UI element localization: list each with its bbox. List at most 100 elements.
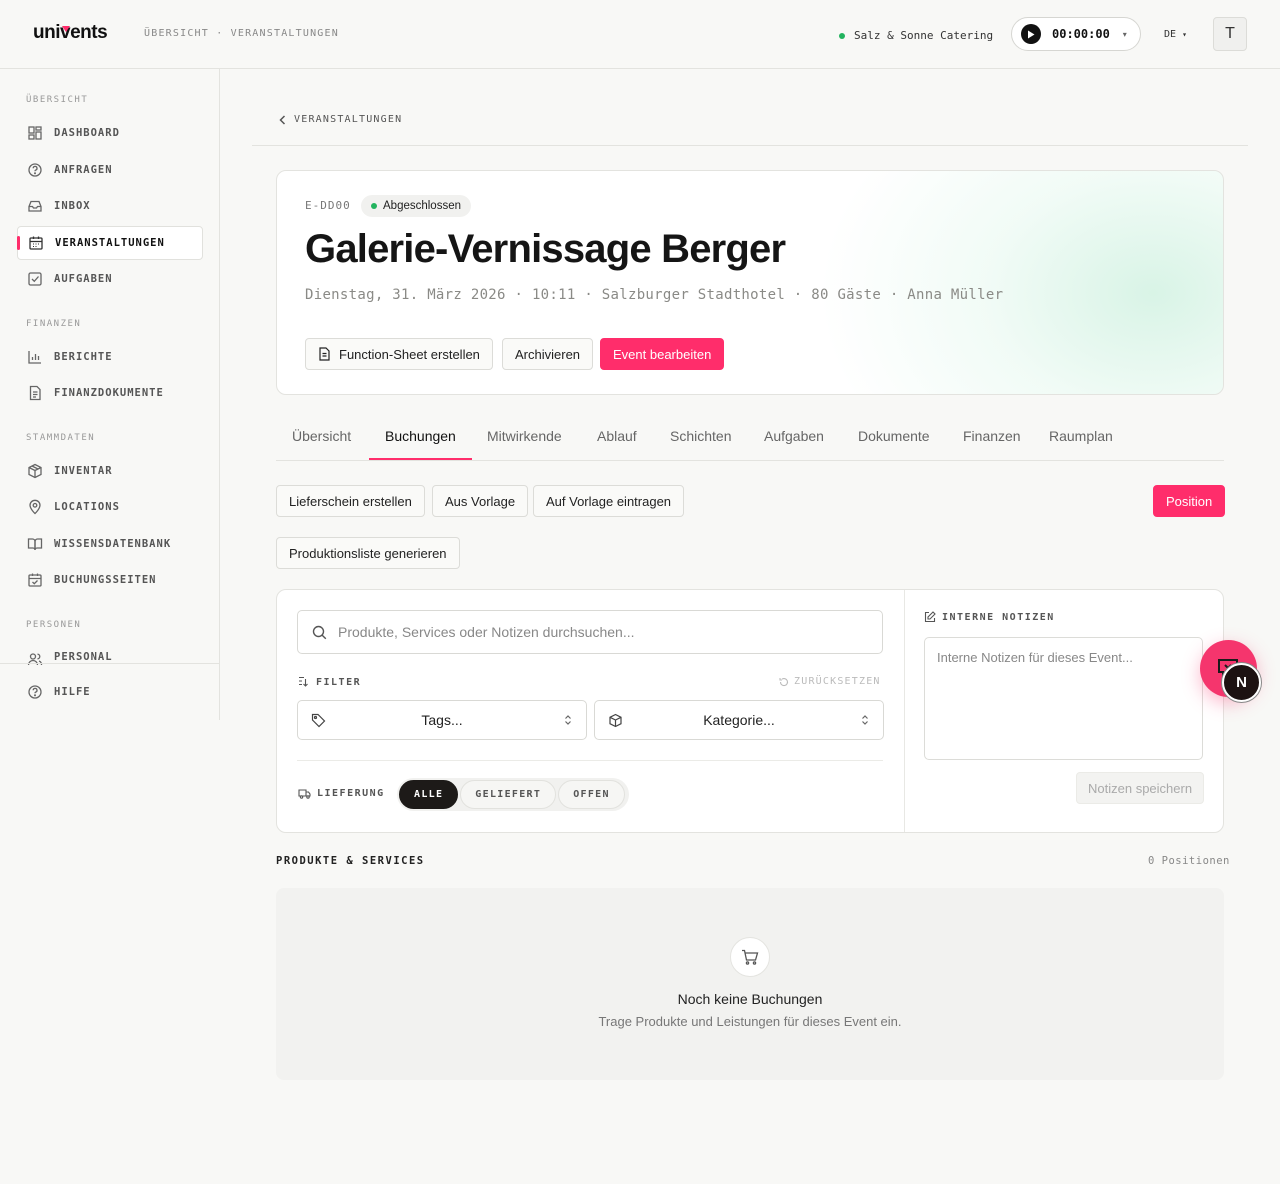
tab-tasks[interactable]: Aufgaben xyxy=(764,428,824,444)
tab-overview[interactable]: Übersicht xyxy=(292,428,351,444)
sidebar-item-requests[interactable]: ANFRAGEN xyxy=(17,153,203,187)
tab-finance[interactable]: Finanzen xyxy=(963,428,1021,444)
from-template-button[interactable]: Aus Vorlage xyxy=(432,485,529,517)
language-selector[interactable]: DE ▾ xyxy=(1164,29,1187,40)
sidebar-item-label: INBOX xyxy=(54,200,91,212)
book-open-icon xyxy=(27,536,43,552)
sidebar-item-label: WISSENSDATENBANK xyxy=(54,538,172,550)
search-input[interactable]: Produkte, Services oder Notizen durchsuc… xyxy=(297,610,883,654)
production-list-button[interactable]: Produktionsliste generieren xyxy=(276,537,460,569)
tab-bar: Übersicht Buchungen Mitwirkende Ablauf S… xyxy=(276,420,1224,461)
logo-accent: v xyxy=(60,22,71,43)
active-tab-indicator xyxy=(369,458,472,460)
sidebar-item-label: LOCATIONS xyxy=(54,501,120,513)
sidebar-item-events[interactable]: VERANSTALTUNGEN xyxy=(17,226,203,260)
document-icon xyxy=(318,347,331,361)
sidebar-item-label: ANFRAGEN xyxy=(54,164,113,176)
page-title: Galerie-Vernissage Berger xyxy=(305,227,786,271)
products-label: PRODUKTE & SERVICES xyxy=(276,855,425,867)
delivery-filter-delivered[interactable]: GELIEFERT xyxy=(460,780,557,809)
package-icon xyxy=(608,713,623,728)
internal-notes-textarea[interactable]: Interne Notizen für dieses Event... xyxy=(924,637,1203,760)
calendar-icon xyxy=(28,235,44,251)
sidebar-item-label: PERSONAL xyxy=(54,651,113,663)
edit-event-button[interactable]: Event bearbeiten xyxy=(600,338,725,370)
divider xyxy=(252,145,1248,146)
organization-switcher[interactable]: Salz & Sonne Catering xyxy=(839,29,993,42)
sidebar-item-finance-documents[interactable]: FINANZDOKUMENTE xyxy=(17,376,203,410)
package-icon xyxy=(27,463,43,479)
document-icon xyxy=(27,385,43,401)
tab-contributors[interactable]: Mitwirkende xyxy=(487,428,562,444)
chevron-updown-icon xyxy=(564,714,572,726)
filter-icon xyxy=(298,676,310,688)
tab-floorplan[interactable]: Raumplan xyxy=(1049,428,1113,444)
sidebar-item-reports[interactable]: BERICHTE xyxy=(17,340,203,374)
archive-button[interactable]: Archivieren xyxy=(502,338,594,370)
time-tracker[interactable]: 00:00:00 ▾ xyxy=(1011,17,1141,51)
play-icon[interactable] xyxy=(1021,24,1041,44)
event-meta: Dienstag, 31. März 2026 · 10:11 · Salzbu… xyxy=(305,287,1004,303)
filter-label-text: FILTER xyxy=(316,676,362,688)
tags-placeholder: Tags... xyxy=(421,712,463,728)
tab-schedule[interactable]: Ablauf xyxy=(597,428,637,444)
sidebar-item-dashboard[interactable]: DASHBOARD xyxy=(17,116,203,150)
organization-name: Salz & Sonne Catering xyxy=(854,29,994,42)
chevron-down-icon[interactable]: ▾ xyxy=(1123,30,1127,39)
reset-filters-button[interactable]: ZURÜCKSETZEN xyxy=(779,676,881,687)
sidebar-item-locations[interactable]: LOCATIONS xyxy=(17,490,203,524)
sidebar-item-booking-pages[interactable]: BUCHUNGSSEITEN xyxy=(17,563,203,597)
sidebar-item-label: AUFGABEN xyxy=(54,273,113,285)
bar-chart-icon xyxy=(27,349,43,365)
sidebar-item-label: VERANSTALTUNGEN xyxy=(55,237,165,249)
reset-label: ZURÜCKSETZEN xyxy=(794,676,881,687)
calendar-check-icon xyxy=(27,572,43,588)
help-circle-icon xyxy=(27,684,43,700)
back-link[interactable]: VERANSTALTUNGEN xyxy=(279,114,402,125)
sidebar-item-knowledge-base[interactable]: WISSENSDATENBANK xyxy=(17,527,203,561)
breadcrumb: ÜBERSICHT · VERANSTALTUNGEN xyxy=(144,28,339,39)
logo-accent-mark xyxy=(62,26,70,32)
search-icon xyxy=(312,625,327,640)
reset-icon xyxy=(779,677,789,687)
tab-bookings[interactable]: Buchungen xyxy=(385,428,456,444)
sidebar: ÜBERSICHT DASHBOARD ANFRAGEN INBOX VERAN… xyxy=(0,69,220,720)
button-label: Function-Sheet erstellen xyxy=(339,346,480,362)
tab-shifts[interactable]: Schichten xyxy=(670,428,731,444)
status-badge: Abgeschlossen xyxy=(361,195,471,217)
tab-documents[interactable]: Dokumente xyxy=(858,428,930,444)
sidebar-item-inventory[interactable]: INVENTAR xyxy=(17,454,203,488)
shopping-cart-icon xyxy=(730,937,770,977)
notification-avatar[interactable]: N xyxy=(1222,663,1261,702)
notes-label-text: INTERNE NOTIZEN xyxy=(942,611,1055,623)
delivery-note-button[interactable]: Lieferschein erstellen xyxy=(276,485,425,517)
save-notes-button[interactable]: Notizen speichern xyxy=(1076,772,1205,804)
app-logo[interactable]: univ ents xyxy=(33,22,108,44)
sidebar-item-tasks[interactable]: AUFGABEN xyxy=(17,262,203,296)
function-sheet-button[interactable]: Function-Sheet erstellen xyxy=(305,338,493,370)
section-label-people: PERSONEN xyxy=(26,620,82,630)
active-indicator xyxy=(17,236,20,250)
sidebar-item-label: HILFE xyxy=(54,686,91,698)
section-label-finance: FINANZEN xyxy=(26,319,82,329)
inbox-icon xyxy=(27,198,43,214)
add-position-button[interactable]: Position xyxy=(1153,485,1226,517)
user-avatar[interactable]: T xyxy=(1213,17,1247,51)
truck-icon xyxy=(298,788,311,799)
delivery-filter-open[interactable]: OFFEN xyxy=(558,780,625,809)
divider xyxy=(297,760,883,761)
chevron-left-icon xyxy=(279,114,286,125)
event-code: E-DD00 xyxy=(305,199,351,212)
category-select[interactable]: Kategorie... xyxy=(594,700,884,740)
notes-placeholder: Interne Notizen für dieses Event... xyxy=(937,650,1133,665)
delivery-filter-all[interactable]: ALLE xyxy=(399,780,459,809)
delivery-label: LIEFERUNG xyxy=(298,788,385,799)
sidebar-item-help[interactable]: HILFE xyxy=(17,675,203,709)
delivery-filter-group: ALLE GELIEFERT OFFEN xyxy=(397,778,629,811)
tags-select[interactable]: Tags... xyxy=(297,700,587,740)
save-to-template-button[interactable]: Auf Vorlage eintragen xyxy=(533,485,685,517)
back-link-label: VERANSTALTUNGEN xyxy=(294,114,403,125)
sidebar-divider xyxy=(0,663,220,664)
filter-card: Produkte, Services oder Notizen durchsuc… xyxy=(276,589,1224,833)
sidebar-item-inbox[interactable]: INBOX xyxy=(17,189,203,223)
